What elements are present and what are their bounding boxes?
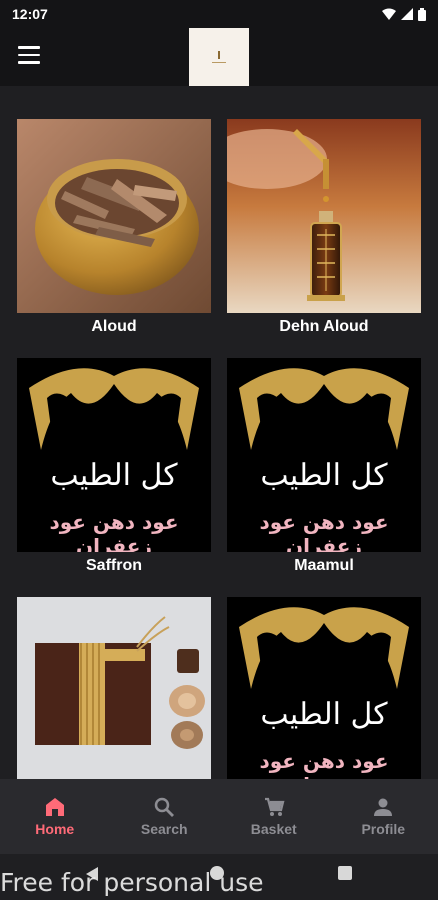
agarwood-bowl-image (17, 119, 211, 313)
product-card[interactable]: كل الطيب عود دهن عود زعفران Maamul (227, 358, 421, 597)
nav-basket-label: Basket (250, 821, 297, 837)
brand-text-line2: عود دهن عود زعفران (49, 510, 179, 552)
product-name: Maamul (294, 557, 354, 574)
product-card[interactable]: Aloud (17, 119, 211, 358)
brand-text-line1: كل الطيب (260, 697, 388, 732)
bottom-navigation: Home Search Basket Profile (0, 779, 438, 854)
nav-home-label: Home (35, 821, 75, 837)
app-bar (0, 28, 438, 86)
product-name: Aloud (91, 318, 137, 335)
app-logo (189, 28, 249, 86)
product-card[interactable]: Dehn Aloud (227, 119, 421, 358)
signal-icon (401, 8, 413, 20)
nav-profile-label: Profile (361, 821, 406, 837)
brand-image: كل الطيب عود دهن عود زعفران (227, 597, 421, 791)
product-card[interactable]: كل الطيب عود دهن عود زعفران Saffron (17, 358, 211, 597)
search-icon (155, 797, 175, 817)
nav-search-label: Search (140, 821, 188, 837)
wrapped-fabric-image (17, 597, 211, 791)
status-bar: 12:07 (0, 0, 438, 28)
recent-apps-icon[interactable] (338, 866, 352, 880)
watermark-text: Free for personal use (0, 868, 264, 897)
person-icon (374, 798, 393, 816)
menu-icon[interactable] (18, 46, 40, 64)
status-time: 12:07 (12, 6, 48, 22)
brand-image: كل الطيب عود دهن عود زعفران (227, 358, 421, 552)
product-name: Dehn Aloud (279, 318, 369, 335)
nav-profile[interactable]: Profile (338, 796, 428, 837)
brand-text-line1: كل الطيب (260, 458, 388, 493)
brand-text-line2: عود دهن عود زعفران (259, 510, 389, 552)
battery-icon (418, 7, 426, 21)
home-icon (45, 798, 64, 816)
product-grid: Aloud Dehn Aloud كل الطيب عود دهن عود زع… (17, 119, 421, 836)
nav-basket[interactable]: Basket (229, 796, 319, 837)
nav-search[interactable]: Search (119, 796, 209, 837)
cart-icon (264, 797, 285, 816)
nav-home[interactable]: Home (10, 796, 100, 837)
wifi-icon (382, 8, 396, 20)
status-icons (382, 7, 426, 21)
brand-text-line1: كل الطيب (50, 458, 178, 493)
brand-image: كل الطيب عود دهن عود زعفران (17, 358, 211, 552)
product-name: Saffron (86, 557, 142, 574)
oud-oil-bottle-image (227, 119, 421, 313)
